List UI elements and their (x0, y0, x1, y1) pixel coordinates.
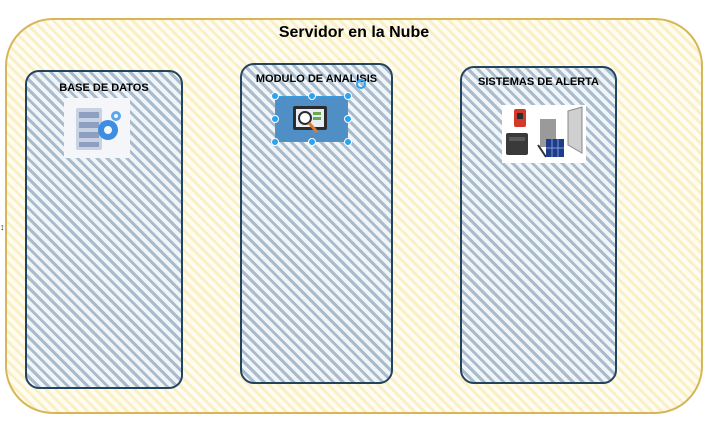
resize-handle-w[interactable] (271, 115, 279, 123)
alerts-box-title: SISTEMAS DE ALERTA (477, 76, 599, 88)
cloud-server-title: Servidor en la Nube (278, 24, 430, 41)
resize-handle-n[interactable] (308, 92, 316, 100)
diagram-canvas: ↕ Servidor en la Nube BASE DE DATOS MODU… (0, 0, 708, 425)
analysis-box-title: MODULO DE ANALISIS (255, 73, 378, 85)
alerts-box[interactable]: SISTEMAS DE ALERTA (460, 66, 617, 384)
resize-handle-sw[interactable] (271, 138, 279, 146)
database-server-icon (64, 98, 130, 158)
rotate-handle-icon[interactable] (356, 79, 366, 89)
database-box-title: BASE DE DATOS (59, 82, 149, 94)
resize-handle-se[interactable] (344, 138, 352, 146)
resize-handle-s[interactable] (308, 138, 316, 146)
resize-handle-nw[interactable] (271, 92, 279, 100)
resize-handle-e[interactable] (344, 115, 352, 123)
database-box[interactable]: BASE DE DATOS (25, 70, 183, 389)
alert-devices-icon (502, 105, 586, 163)
selection-outline (275, 96, 348, 142)
resize-handle-ne[interactable] (344, 92, 352, 100)
connector-stub-icon: ↕ (0, 222, 5, 232)
